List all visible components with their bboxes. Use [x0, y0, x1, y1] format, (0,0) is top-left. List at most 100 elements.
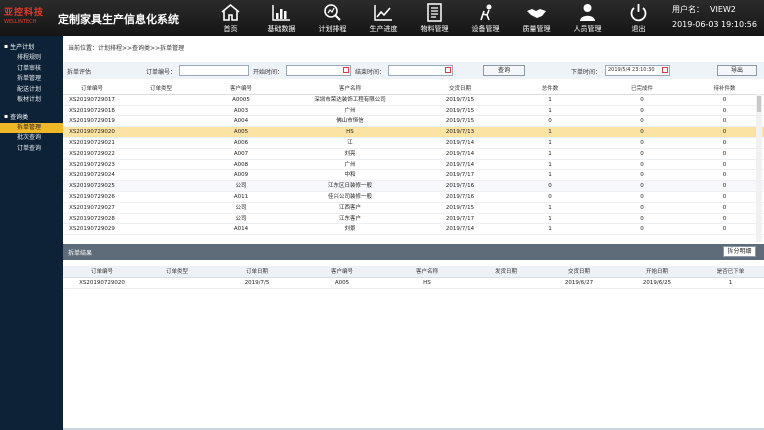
split-detail-button[interactable]: 拆分明细 [723, 246, 756, 257]
sidebar-item-order-review[interactable]: 订单审核 [0, 64, 63, 75]
sidebar-item-split-manage[interactable]: 拆单管理 [0, 122, 63, 133]
column-header[interactable]: 客户编号 [201, 84, 281, 94]
table-cell [121, 160, 201, 170]
table-cell: 2019/7/17 [445, 172, 475, 179]
sidebar-item-delivery-plan[interactable]: 配送计划 [0, 85, 63, 96]
table-cell: 0 [640, 193, 644, 200]
column-header[interactable]: 交货日期 [541, 266, 617, 277]
nav-personnel[interactable]: 人员管理 [562, 0, 613, 36]
nav-production-progress[interactable]: 生产进度 [358, 0, 409, 36]
table-cell [121, 138, 201, 148]
user-name: VIEW2 [710, 5, 736, 14]
table-row[interactable]: XS20190729026 A011 佳兴公司装修一般 2019/7/16 0 0 0 [63, 192, 764, 203]
table-cell: 1 [548, 139, 552, 146]
table-cell: 1 [548, 161, 552, 168]
nav-label: 计划排程 [318, 25, 347, 33]
scroll-thumb[interactable] [757, 96, 761, 112]
sidebar-item-batch-query[interactable]: 批次查询 [0, 133, 63, 144]
column-header[interactable]: 订单类型 [141, 266, 213, 277]
sidebar-item-split-order[interactable]: 拆单管理 [0, 74, 63, 85]
table-cell: A014 [233, 226, 249, 233]
column-header[interactable]: 订单编号 [63, 266, 141, 277]
issue-time-input[interactable]: 2019/5/4 23:10:30 [605, 65, 670, 76]
current-datetime: 2019-06-03 19:10:56 [672, 20, 757, 29]
nav-material[interactable]: 物料管理 [409, 0, 460, 36]
table-cell: XS20190729019 [69, 118, 115, 125]
column-header[interactable]: 发货日期 [471, 266, 541, 277]
column-header[interactable]: 是否已下单 [697, 266, 764, 277]
table-row[interactable]: XS20190729028 公司 江东客户 2019/7/17 1 0 0 [63, 214, 764, 225]
calendar-icon[interactable] [343, 67, 349, 73]
table-row[interactable]: XS20190729020 A005 HS 2019/7/13 1 0 0 [63, 127, 764, 138]
column-header[interactable]: 客户名称 [383, 266, 471, 277]
table-cell: A005 [334, 280, 350, 286]
table-row[interactable]: XS20190729029 A014 刘景 2019/7/14 1 0 0 [63, 224, 764, 236]
column-header[interactable]: 客户名称 [281, 84, 419, 94]
sidebar-item-order-query[interactable]: 订单查询 [0, 144, 63, 155]
table-cell: 江 [347, 139, 353, 146]
calendar-icon[interactable] [662, 67, 668, 73]
table-cell [121, 106, 201, 116]
document-icon [427, 3, 442, 22]
issue-time-value: 2019/5/4 23:10:30 [608, 67, 655, 73]
table-row[interactable]: XS20190729023 A008 广州 2019/7/14 1 0 0 [63, 160, 764, 171]
table-row[interactable]: XS20190729018 A003 广州 2019/7/15 1 0 0 [63, 106, 764, 117]
table-cell: 1 [548, 129, 552, 136]
end-time-input[interactable] [388, 65, 453, 76]
column-header[interactable]: 订单日期 [213, 266, 301, 277]
table-cell: 2019/7/14 [445, 150, 475, 157]
table-row[interactable]: XS20190729021 A006 江 2019/7/14 1 0 0 [63, 138, 764, 149]
table-cell: 2019/7/14 [445, 226, 475, 233]
result-grid: 订单编号 订单类型 订单日期 客户编号 客户名称 发货日期 交货日期 开始日期 是否已下单 XS… [63, 266, 764, 289]
table-cell: A008 [233, 161, 249, 168]
table-cell: 0 [548, 118, 552, 125]
table-row[interactable]: XS20190729027 公司 江西客户 2019/7/15 1 0 0 [63, 203, 764, 214]
table-cell: 广州 [344, 107, 356, 114]
table-row[interactable]: XS20190729025 公司 江东区日装修一般 2019/7/16 0 0 0 [63, 181, 764, 192]
table-row[interactable]: XS20190729019 A004 佛山市恒信 2019/7/15 0 0 0 [63, 116, 764, 128]
start-time-input[interactable] [286, 65, 351, 76]
table-row[interactable]: XS20190729020 2019/7/5 A005 HS 2019/6/27 2019… [63, 278, 764, 289]
table-row[interactable]: XS20190729022 A007 刘亮 2019/7/14 1 0 0 [63, 149, 764, 160]
column-header[interactable]: 开始日期 [617, 266, 697, 277]
table-cell [121, 127, 201, 137]
nav-equipment[interactable]: 设备管理 [460, 0, 511, 36]
sidebar-group-query[interactable]: ▪ 查询类 [0, 110, 63, 123]
table-cell: 江西客户 [338, 204, 361, 211]
calendar-icon[interactable] [445, 67, 451, 73]
nav-plan-schedule[interactable]: 计划排程 [307, 0, 358, 36]
query-button[interactable]: 查询 [483, 65, 525, 76]
sidebar-item-board-plan[interactable]: 板材计划 [0, 95, 63, 106]
column-header[interactable]: 交货日期 [419, 84, 501, 94]
nav-label: 退出 [631, 25, 646, 33]
nav-home[interactable]: 首页 [205, 0, 256, 36]
table-cell: XS20190729026 [69, 193, 115, 200]
main-content: 当前位置：计划排程>>查询类>>拆单管理 拆单评估 订单编号： 开始时间： 结束… [63, 36, 764, 430]
table-cell: 0 [640, 183, 644, 190]
order-no-input[interactable] [179, 65, 249, 76]
export-button[interactable]: 导出 [717, 65, 757, 76]
sidebar-group-production-plan[interactable]: ▪ 生产计划 [0, 40, 63, 53]
sidebar-item-schedule-rules[interactable]: 排程规则 [0, 53, 63, 64]
table-cell: 0 [640, 161, 644, 168]
nav-basic-data[interactable]: 基础数据 [256, 0, 307, 36]
nav-quality[interactable]: 质量管理 [511, 0, 562, 36]
table-row[interactable]: XS20190729017 A0005 深圳市荣达装饰工程有限公司 2019/7/15… [63, 95, 764, 106]
column-header[interactable]: 订单类型 [121, 84, 201, 94]
column-header[interactable]: 已完成件 [599, 84, 685, 94]
column-header[interactable]: 待补件数 [685, 84, 764, 94]
table-cell: 1 [548, 172, 552, 179]
column-header[interactable]: 总件数 [501, 84, 599, 94]
table-cell: XS20190729024 [69, 172, 115, 179]
table-cell: A004 [233, 118, 249, 125]
nav-logout[interactable]: 退出 [613, 0, 664, 36]
table-cell: XS20190729017 [69, 96, 115, 103]
column-header[interactable]: 订单编号 [63, 84, 121, 94]
table-cell: 0 [722, 172, 727, 179]
vertical-scrollbar[interactable] [756, 94, 762, 242]
table-row[interactable]: XS20190729024 A009 中和 2019/7/17 1 0 0 [63, 170, 764, 182]
column-header[interactable]: 客户编号 [301, 266, 383, 277]
table-cell: 1 [548, 204, 552, 211]
bar-chart-icon [272, 5, 290, 21]
table-cell: 2019/7/16 [445, 183, 475, 190]
